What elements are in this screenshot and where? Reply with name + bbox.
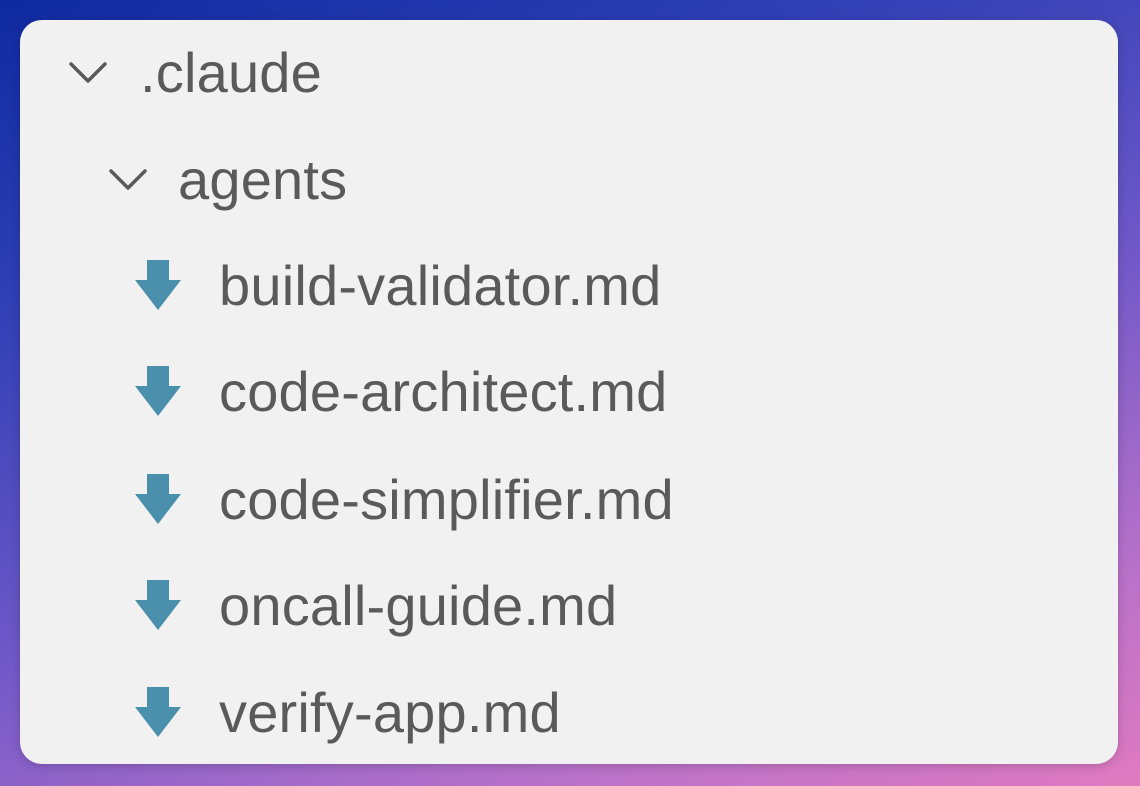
file-label: oncall-guide.md xyxy=(219,574,618,637)
file-label: build-validator.md xyxy=(219,254,662,317)
file-label: code-simplifier.md xyxy=(219,468,674,531)
folder-label: agents xyxy=(178,148,348,211)
chevron-down-icon[interactable] xyxy=(100,152,156,208)
file-row-code-architect[interactable]: code-architect.md xyxy=(130,342,667,442)
chevron-down-icon[interactable] xyxy=(60,45,116,101)
markdown-download-arrow-icon xyxy=(130,364,186,420)
file-row-verify-app[interactable]: verify-app.md xyxy=(130,663,561,763)
file-row-code-simplifier[interactable]: code-simplifier.md xyxy=(130,450,674,550)
markdown-download-arrow-icon xyxy=(130,578,186,634)
folder-label: .claude xyxy=(140,41,322,104)
markdown-download-arrow-icon xyxy=(130,472,186,528)
file-row-oncall-guide[interactable]: oncall-guide.md xyxy=(130,556,617,656)
file-label: verify-app.md xyxy=(219,681,561,744)
file-label: code-architect.md xyxy=(219,360,668,423)
folder-row-claude[interactable]: .claude xyxy=(60,23,322,123)
file-row-build-validator[interactable]: build-validator.md xyxy=(130,236,662,336)
file-explorer-panel: .claude agents build-validator.md code-a… xyxy=(20,20,1118,764)
markdown-download-arrow-icon xyxy=(130,685,186,741)
folder-row-agents[interactable]: agents xyxy=(100,130,347,230)
markdown-download-arrow-icon xyxy=(130,258,186,314)
